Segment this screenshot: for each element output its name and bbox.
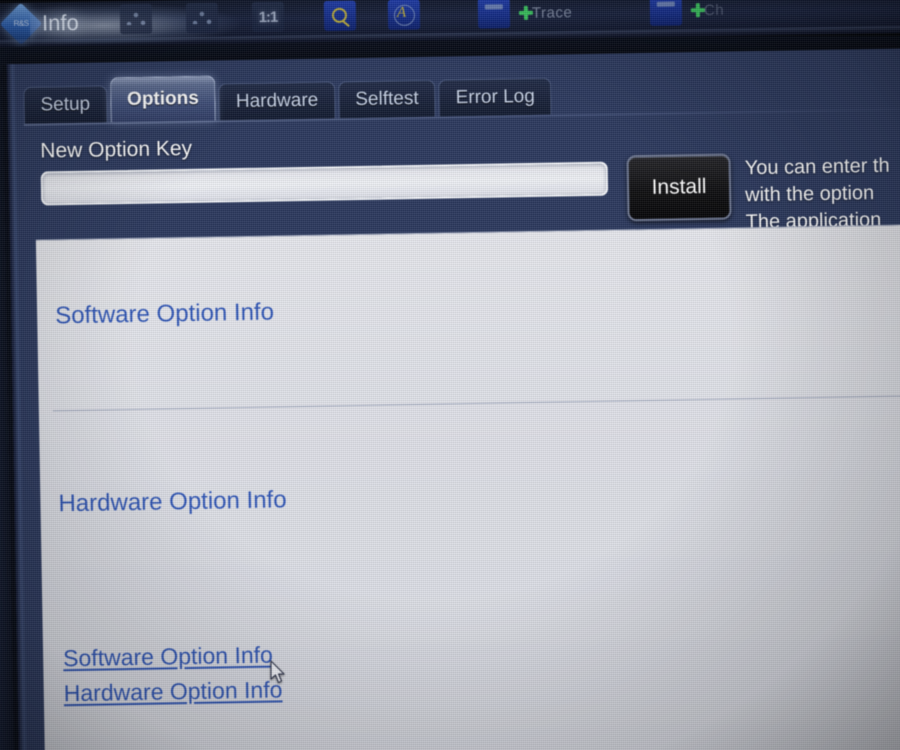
toolbar-wave-button[interactable] [119, 3, 153, 35]
new-option-key-label: New Option Key [40, 136, 193, 163]
magnifier-icon [323, 0, 357, 32]
wave2-icon [185, 2, 219, 34]
help-text-line-2: with the option [744, 182, 875, 207]
channel-add-icon [649, 0, 683, 26]
info-dialog: Setup Options Hardware Selftest Error Lo… [1, 47, 900, 750]
wave-icon [119, 3, 153, 35]
ratio-icon: 1:1 [251, 1, 285, 33]
ratio-label: 1:1 [258, 8, 278, 26]
tab-selftest[interactable]: Selftest [337, 79, 436, 119]
toolbar-channel-button[interactable]: Ch [649, 0, 725, 26]
trace-label: Trace [531, 3, 573, 22]
toolbar-trace-button[interactable]: Trace [477, 0, 573, 29]
tab-setup[interactable]: Setup [23, 85, 108, 124]
option-info-panel: Software Option Info Hardware Option Inf… [35, 223, 900, 750]
tab-hardware[interactable]: Hardware [218, 81, 336, 121]
help-text-line-1: You can enter th [744, 154, 890, 180]
app-title: Info [41, 9, 79, 36]
hardware-option-info-link[interactable]: Hardware Option Info [64, 676, 283, 707]
toolbar-wave2-button[interactable] [185, 2, 219, 34]
new-option-key-input[interactable] [40, 161, 609, 206]
hardware-option-info-heading: Hardware Option Info [58, 486, 287, 518]
trace-add-icon [477, 0, 511, 29]
mouse-cursor-icon [270, 660, 285, 684]
software-option-info-link[interactable]: Software Option Info [63, 642, 273, 673]
plus-icon [510, 0, 532, 28]
toolbar-ratio-button[interactable]: 1:1 [251, 1, 285, 33]
plus2-icon [682, 0, 704, 25]
install-button[interactable]: Install [626, 153, 732, 222]
toolbar-annotate-button[interactable]: A [387, 0, 421, 31]
annotate-icon: A [387, 0, 421, 31]
help-text: You can enter th with the option The app… [744, 151, 900, 236]
section-divider [52, 395, 900, 412]
tab-options[interactable]: Options [109, 75, 217, 123]
software-option-info-heading: Software Option Info [54, 298, 275, 330]
option-key-row: New Option Key Install You can enter th … [34, 118, 900, 234]
channel-label: Ch [703, 1, 725, 19]
instrument-screen: R&S Info 1:1 A Trace Ch Setup Options Ha… [0, 0, 900, 750]
tab-error-log[interactable]: Error Log [438, 77, 553, 117]
toolbar-zoom-button[interactable] [323, 0, 357, 32]
app-logo-text: R&S [13, 18, 29, 28]
